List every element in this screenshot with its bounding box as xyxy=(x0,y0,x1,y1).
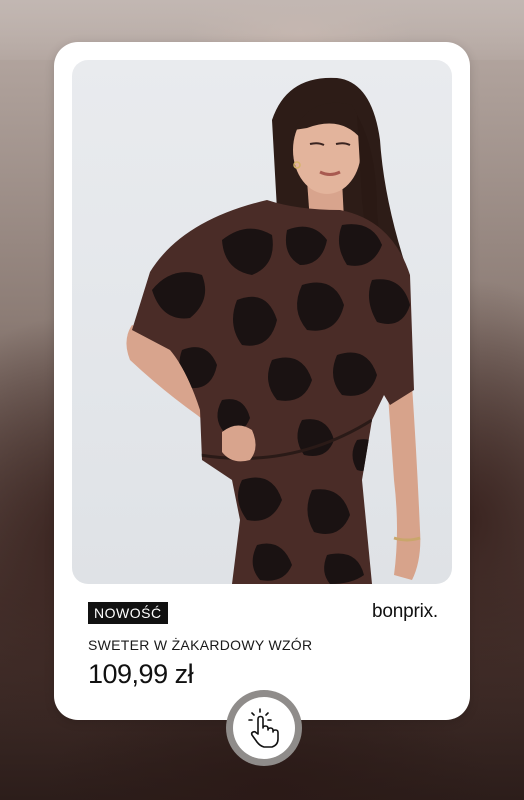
tap-hand-icon xyxy=(248,708,279,748)
product-card[interactable]: NOWOŚĆ bonprix. SWETER W ŻAKARDOWY WZÓR … xyxy=(54,42,470,720)
brand-logo: bonprix. xyxy=(372,601,438,622)
tap-button[interactable] xyxy=(233,697,295,759)
product-title[interactable]: SWETER W ŻAKARDOWY WZÓR xyxy=(88,637,312,653)
new-badge: NOWOŚĆ xyxy=(88,602,168,624)
model-arm-right xyxy=(388,385,421,580)
product-photo[interactable] xyxy=(72,60,452,584)
product-price: 109,99 zł xyxy=(88,659,194,689)
